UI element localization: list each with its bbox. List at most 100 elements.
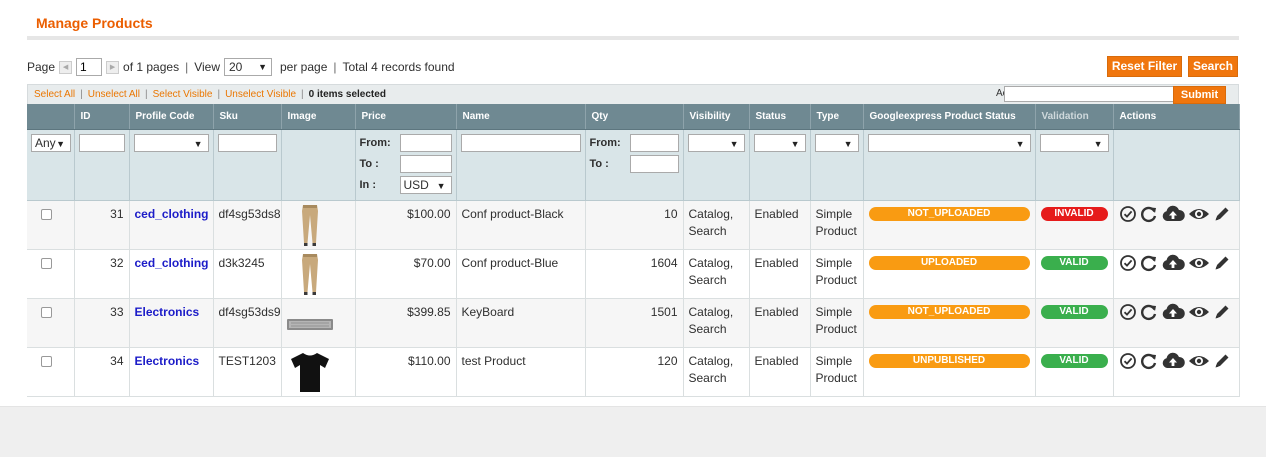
table-row[interactable]: 32 ced_clothing d3k3245 $70.00 Conf prod… — [27, 249, 1240, 299]
cell-image — [281, 298, 356, 348]
per-page-label: per page — [280, 60, 328, 74]
product-image-pants — [287, 203, 333, 247]
col-header-name[interactable]: Name — [456, 104, 586, 130]
col-header-validation[interactable]: Validation — [1035, 104, 1114, 130]
sync-icon[interactable] — [1140, 303, 1158, 321]
upload-icon[interactable] — [1161, 303, 1185, 321]
googleexpress-status-badge: UPLOADED — [868, 255, 1030, 270]
row-checkbox[interactable] — [41, 355, 52, 367]
cell-status: Enabled — [749, 249, 811, 299]
edit-icon[interactable] — [1213, 352, 1231, 370]
cell-qty: 1501 — [585, 298, 684, 348]
col-header-profile-code[interactable]: Profile Code — [129, 104, 214, 130]
cell-status: Enabled — [749, 298, 811, 348]
type-filter-select[interactable]: ▼ — [814, 133, 859, 152]
page-title: Manage Products — [36, 15, 153, 31]
select-visible-link[interactable]: Select Visible — [153, 89, 213, 100]
table-row[interactable]: 31 ced_clothing df4sg53ds8 $100.00 Conf … — [27, 200, 1240, 250]
visibility-filter-select[interactable]: ▼ — [687, 133, 745, 152]
table-row[interactable]: 34 Electronics TEST1203 $110.00 test Pro… — [27, 347, 1240, 397]
profile-code-link[interactable]: ced_clothing — [135, 256, 209, 270]
reset-filter-button[interactable]: Reset Filter — [1107, 56, 1182, 77]
validate-icon[interactable] — [1119, 303, 1137, 321]
googleexpress-status-filter-select[interactable]: ▼ — [867, 133, 1031, 152]
sync-icon[interactable] — [1140, 352, 1158, 370]
sku-filter-input[interactable] — [217, 133, 277, 152]
page-number-input[interactable] — [76, 58, 103, 76]
edit-icon[interactable] — [1213, 303, 1231, 321]
cell-price: $399.85 — [355, 298, 457, 348]
massaction-bar: Select All | Unselect All | Select Visib… — [27, 84, 1239, 104]
validation-badge: INVALID — [1040, 206, 1108, 221]
profile-code-link[interactable]: Electronics — [135, 305, 200, 319]
qty-from-input[interactable] — [629, 133, 679, 152]
view-icon[interactable] — [1188, 254, 1210, 272]
col-header-price[interactable]: Price — [355, 104, 457, 130]
cell-qty: 1604 — [585, 249, 684, 299]
edit-icon[interactable] — [1213, 205, 1231, 223]
cell-actions — [1113, 347, 1240, 397]
currency-select[interactable]: USD ▼ — [399, 175, 452, 194]
validate-icon[interactable] — [1119, 352, 1137, 370]
col-header-type[interactable]: Type — [810, 104, 864, 130]
cell-validation: VALID — [1035, 249, 1114, 299]
col-header-qty[interactable]: Qty — [585, 104, 684, 130]
cell-sku: d3k3245 — [213, 249, 282, 299]
select-all-link[interactable]: Select All — [34, 89, 75, 100]
id-filter-input[interactable] — [78, 133, 125, 152]
status-filter-select[interactable]: ▼ — [753, 133, 806, 152]
name-filter-input[interactable] — [460, 133, 581, 152]
col-header-status[interactable]: Status — [749, 104, 811, 130]
per-page-select[interactable]: 20 ▼ — [224, 58, 272, 76]
validate-icon[interactable] — [1119, 254, 1137, 272]
unselect-visible-link[interactable]: Unselect Visible — [225, 89, 296, 100]
prev-page-button[interactable]: ◀ — [59, 60, 73, 74]
row-checkbox[interactable] — [41, 257, 52, 269]
row-checkbox[interactable] — [41, 306, 52, 318]
chevron-down-icon: ▼ — [56, 138, 65, 149]
next-page-button[interactable]: ▶ — [106, 60, 120, 74]
cell-price: $110.00 — [355, 347, 457, 397]
view-icon[interactable] — [1188, 303, 1210, 321]
submit-button[interactable]: Submit — [1173, 86, 1226, 104]
chevron-down-icon: ▼ — [258, 62, 267, 72]
validation-badge: VALID — [1040, 304, 1108, 319]
chevron-down-icon: ▼ — [436, 180, 446, 191]
chevron-down-icon: ▼ — [1093, 138, 1103, 149]
edit-icon[interactable] — [1213, 254, 1231, 272]
footer-band — [0, 406, 1266, 457]
sync-icon[interactable] — [1140, 205, 1158, 223]
price-from-input[interactable] — [399, 133, 452, 152]
cell-sku: df4sg53ds8 — [213, 200, 282, 250]
view-icon[interactable] — [1188, 205, 1210, 223]
validation-filter-select[interactable]: ▼ — [1039, 133, 1109, 152]
upload-icon[interactable] — [1161, 205, 1185, 223]
search-button[interactable]: Search — [1188, 56, 1238, 77]
sync-icon[interactable] — [1140, 254, 1158, 272]
upload-icon[interactable] — [1161, 254, 1185, 272]
price-to-input[interactable] — [399, 154, 452, 173]
cell-visibility: Catalog, Search — [683, 200, 750, 250]
upload-icon[interactable] — [1161, 352, 1185, 370]
table-row[interactable]: 33 Electronics df4sg53ds9 $399.85 KeyBoa… — [27, 298, 1240, 348]
col-header-id[interactable]: ID — [74, 104, 130, 130]
profile-code-link[interactable]: ced_clothing — [135, 207, 209, 221]
validate-icon[interactable] — [1119, 205, 1137, 223]
cell-qty: 120 — [585, 347, 684, 397]
qty-to-input[interactable] — [629, 154, 679, 173]
unselect-all-link[interactable]: Unselect All — [88, 89, 140, 100]
col-header-visibility[interactable]: Visibility — [683, 104, 750, 130]
product-image-tshirt — [287, 350, 333, 394]
chevron-down-icon: ▼ — [843, 138, 853, 149]
cell-id: 34 — [74, 347, 130, 397]
profile-code-link[interactable]: Electronics — [135, 354, 200, 368]
massaction-filter-select[interactable]: Any ▼ — [31, 133, 71, 152]
mass-actions-select[interactable]: ▼ — [1004, 86, 1199, 102]
cell-googleexpress-status: NOT_UPLOADED — [863, 200, 1036, 250]
profile-code-filter-select[interactable]: ▼ — [133, 133, 209, 152]
view-icon[interactable] — [1188, 352, 1210, 370]
col-header-sku[interactable]: Sku — [213, 104, 282, 130]
row-checkbox[interactable] — [41, 208, 52, 220]
cell-name: Conf product-Black — [456, 200, 586, 250]
col-header-googleexpress-status[interactable]: Googleexpress Product Status — [863, 104, 1036, 130]
